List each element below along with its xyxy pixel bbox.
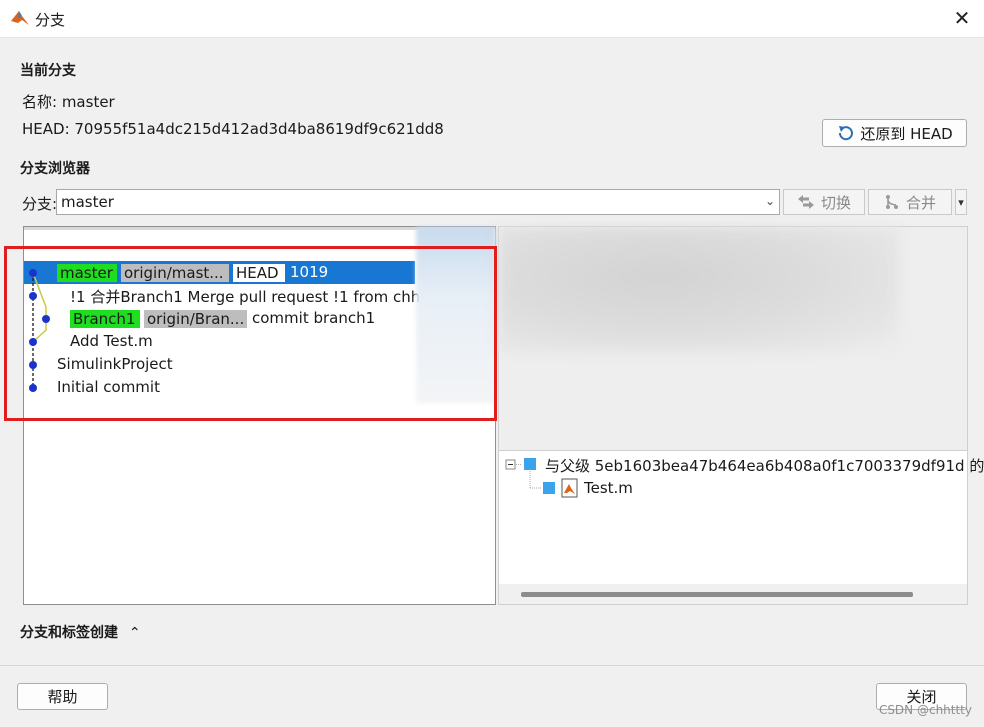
commit-message: !1 合并Branch1 Merge pull request !1 from … [70,288,427,306]
head-hash-label: HEAD: 70955f51a4dc215d412ad3d4ba8619df9c… [22,120,444,138]
commit-node [29,338,37,346]
tree-root-label: 与父级 5eb1603bea47b464ea6b408a0f1c7003379d… [545,457,984,475]
branch-browser-title: 分支浏览器 [20,161,90,177]
folder-square-icon [524,458,536,470]
switch-icon [797,195,814,209]
merge-label: 合并 [905,193,936,212]
chevron-up-icon: ⌃ [128,625,141,641]
create-section-label: 分支和标签创建 [20,625,118,641]
commit-row[interactable]: !1 合并Branch1 Merge pull request !1 from … [24,284,426,307]
branch-name-label: 名称: master [22,93,115,111]
close-window-icon[interactable]: ✕ [952,6,972,30]
commit-row[interactable]: Initial commit [24,376,415,399]
commit-node [29,361,37,369]
horizontal-scrollbar[interactable] [499,584,967,604]
current-branch-title: 当前分支 [20,63,76,79]
commit-node [29,292,37,300]
chevron-down-icon: ⌄ [764,194,775,208]
commit-node [42,315,50,323]
help-button[interactable]: 帮助 [17,683,108,710]
revert-icon [839,126,854,141]
tree-file-label[interactable]: Test.m [584,479,633,497]
branch-combo-label: 分支: [22,195,58,213]
scrollbar-thumb[interactable] [521,592,913,597]
branch-tag: master [57,264,117,282]
commit-message: 1019 [290,263,329,281]
remote-branch-tag: origin/Bran... [144,310,247,328]
matlab-logo-icon [11,11,29,25]
commit-node [29,384,37,392]
commit-message: Initial commit [57,378,160,396]
title-bar: 分支 ✕ [0,0,984,38]
commit-row[interactable]: Add Test.m [24,330,415,353]
changed-files-tree[interactable]: 与父级 5eb1603bea47b464ea6b408a0f1c7003379d… [498,450,984,605]
commit-message: commit branch1 [252,309,376,327]
commit-row[interactable]: master origin/mast... HEAD 1019 [24,261,415,284]
branch-tag: Branch1 [70,310,140,328]
file-square-icon [543,482,555,494]
help-label: 帮助 [47,688,78,706]
window-title: 分支 [35,11,66,29]
merge-button[interactable]: 合并 [868,189,952,215]
switch-button[interactable]: 切换 [783,189,865,215]
watermark: CSDN @chhttty [878,703,972,717]
remote-branch-tag: origin/mast... [121,264,229,282]
commit-graph-lines [29,269,50,392]
commit-graph-panel[interactable]: master origin/mast... HEAD 1019 !1 合并Bra… [23,226,496,605]
commit-row[interactable]: SimulinkProject [24,353,415,376]
branch-select[interactable]: master ⌄ [56,189,780,215]
commit-row[interactable]: Branch1 origin/Bran... commit branch1 [24,307,415,330]
revert-to-head-button[interactable]: 还原到 HEAD [822,119,967,147]
commit-node [29,269,37,277]
commit-message: SimulinkProject [57,355,173,373]
m-file-icon [561,478,578,498]
more-options-button[interactable]: ▾ [955,189,967,215]
revert-label: 还原到 HEAD [860,124,953,143]
switch-label: 切换 [820,193,851,212]
create-section-title[interactable]: 分支和标签创建 ⌃ [20,622,141,642]
footer: 帮助 关闭 [0,665,984,727]
branch-select-value: master [61,193,114,211]
blurred-details [499,227,899,352]
commit-message: Add Test.m [70,332,153,350]
commit-detail-panel [498,226,968,451]
head-tag: HEAD [233,264,285,282]
merge-icon [885,195,898,209]
branches-dialog: 当前分支 名称: master HEAD: 70955f51a4dc215d41… [0,38,984,665]
blurred-region [416,227,496,403]
